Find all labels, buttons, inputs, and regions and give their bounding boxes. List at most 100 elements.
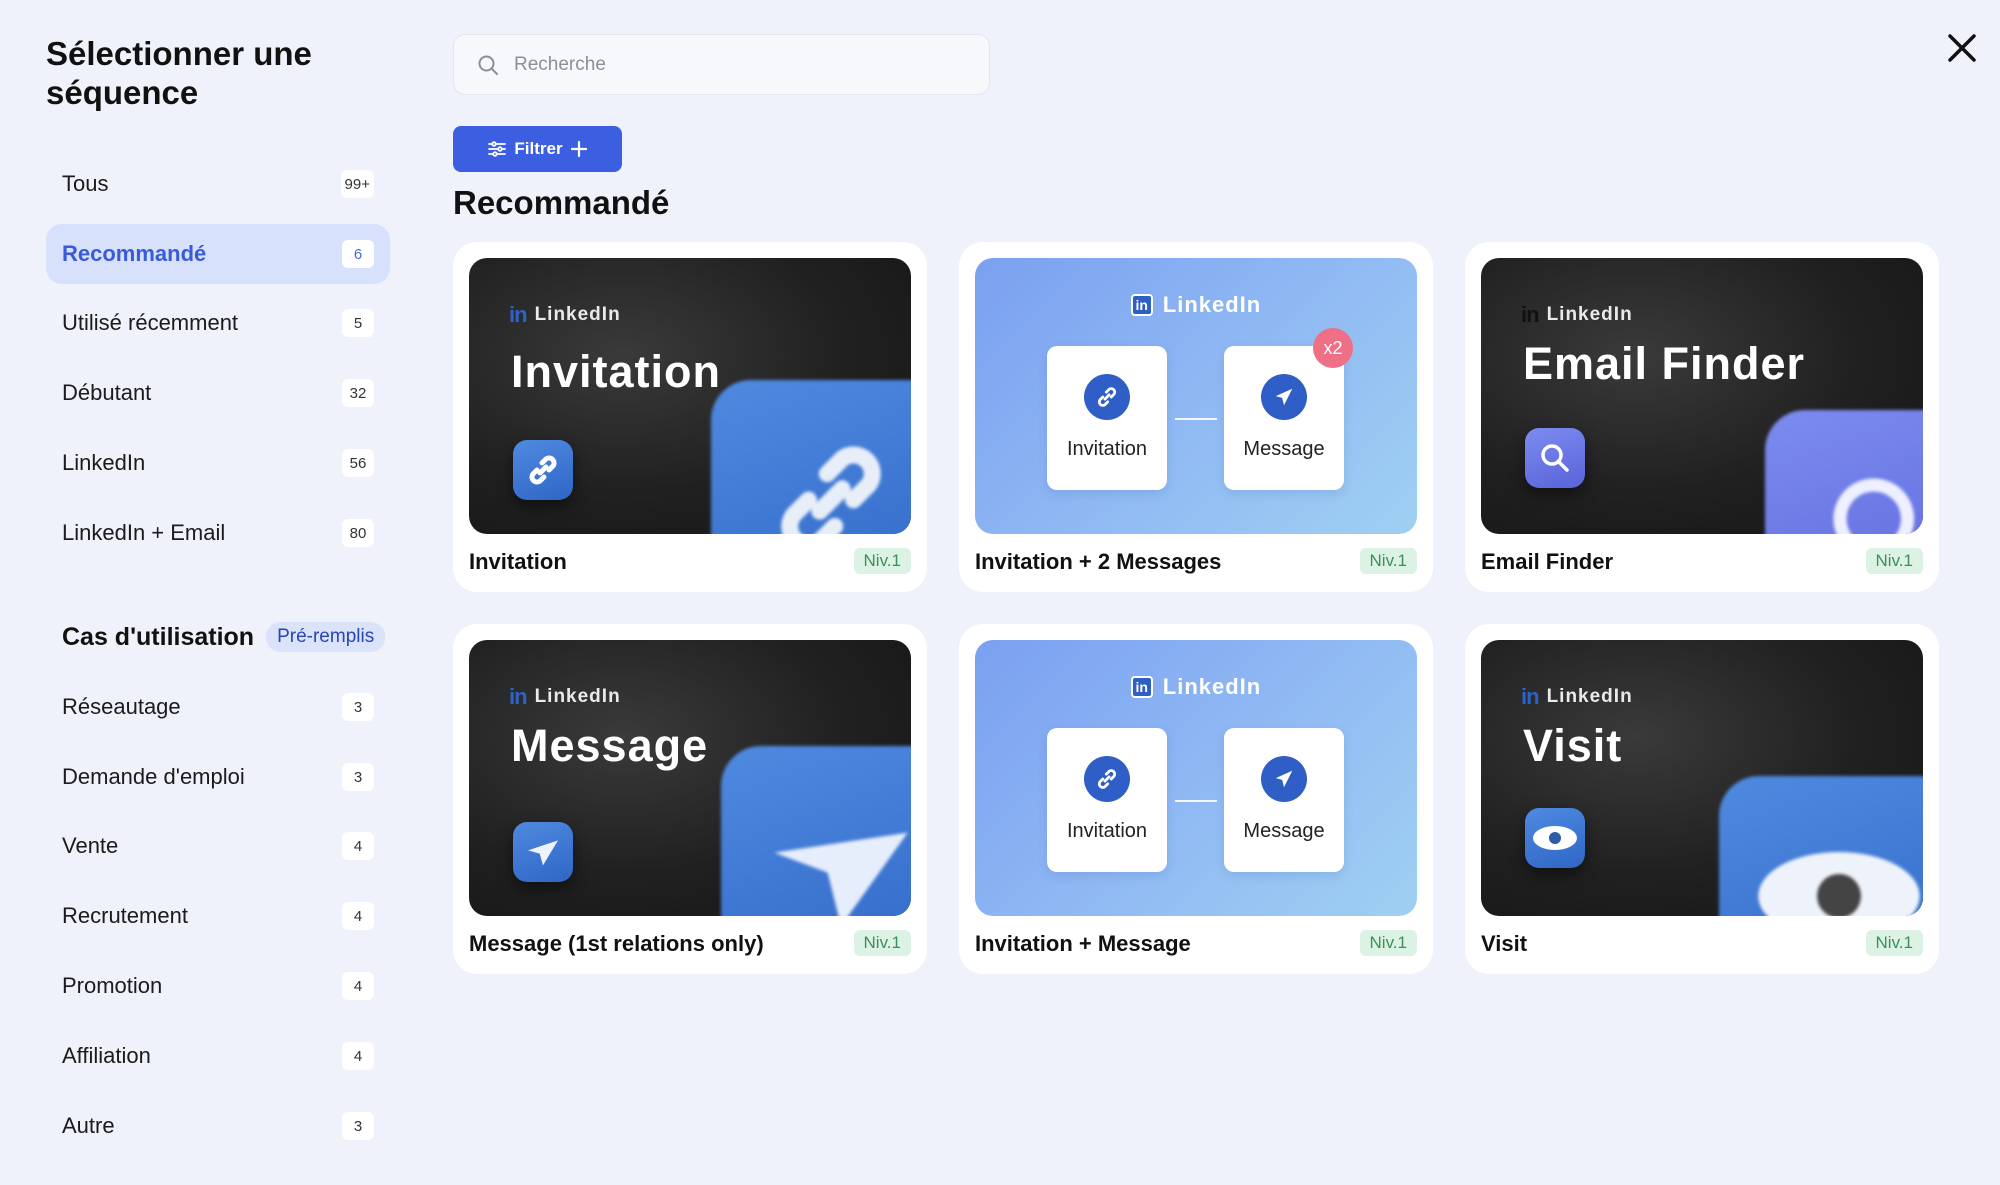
card-thumbnail: in LinkedIn Email Finder [1481,258,1923,534]
count-badge: 4 [342,832,374,860]
close-icon[interactable] [1942,28,1982,68]
level-badge: Niv.1 [1865,548,1923,574]
linkedin-logo: in LinkedIn [509,684,621,710]
linkedin-icon: in [1521,302,1540,327]
sidebar-item-demande-emploi[interactable]: Demande d'emploi 3 [46,747,390,807]
linkedin-logo: in LinkedIn [975,292,1417,318]
sidebar-item-promotion[interactable]: Promotion 4 [46,956,390,1016]
count-badge: 3 [342,1112,374,1140]
sidebar-item-label: Recommandé [62,241,207,266]
card-title: Message (1st relations only) [469,931,764,956]
sidebar-item-reseautage[interactable]: Réseautage 3 [46,677,390,737]
link-icon-large [711,380,911,534]
flow-step-label: Invitation [1066,438,1148,460]
sidebar-item-label: Débutant [62,380,152,405]
level-badge: Niv.1 [1359,930,1417,956]
sidebar-item-label: Recrutement [62,903,188,928]
card-thumbnail: in LinkedIn Visit [1481,640,1923,916]
sidebar-item-label: LinkedIn + Email [62,520,226,545]
page-title: Sélectionner une séquence [46,35,312,111]
sidebar-item-recent[interactable]: Utilisé récemment 5 [46,293,390,353]
count-badge: 32 [342,379,374,407]
sidebar-item-affiliation[interactable]: Affiliation 4 [46,1026,390,1086]
sidebar-item-debutant[interactable]: Débutant 32 [46,363,390,423]
flow-connector [1175,418,1217,420]
count-badge: 3 [342,763,374,791]
sequence-card-message[interactable]: in LinkedIn Message Message (1st relatio… [453,624,927,974]
sidebar-item-recrutement[interactable]: Recrutement 4 [46,886,390,946]
sidebar-item-vente[interactable]: Vente 4 [46,816,390,876]
sequence-card-visit[interactable]: in LinkedIn Visit Visit Niv.1 [1465,624,1939,974]
flow-step-label: Message [1243,438,1325,460]
count-badge: 6 [342,240,374,268]
sidebar-item-autre[interactable]: Autre 3 [46,1096,390,1156]
sidebar-item-label: LinkedIn [62,450,146,475]
card-title: Invitation + Message [975,931,1191,956]
link-icon [1084,756,1130,802]
sidebar-item-label: Autre [62,1113,115,1138]
sidebar-item-label: Affiliation [62,1043,151,1068]
filter-label: Filtrer [514,139,563,158]
card-title: Email Finder [1481,549,1614,574]
sequence-card-invitation-2-messages[interactable]: in LinkedIn Invitation Message x2 Invita… [959,242,1433,592]
brand-label: LinkedIn [1546,304,1633,325]
flow-step-label: Message [1243,820,1325,842]
sequence-card-email-finder[interactable]: in LinkedIn Email Finder Email Finder Ni… [1465,242,1939,592]
link-icon [1084,374,1130,420]
card-title: Invitation + 2 Messages [975,549,1222,574]
brand-label: LinkedIn [534,686,621,707]
flow-step-message: Message [1224,728,1344,872]
card-thumbnail: in LinkedIn Message [469,640,911,916]
filter-button[interactable]: Filtrer [453,126,622,172]
count-badge: 80 [342,519,374,547]
count-badge: 4 [342,902,374,930]
count-badge: 5 [342,309,374,337]
multiplier-badge: x2 [1313,328,1353,368]
count-badge: 4 [342,972,374,1000]
count-badge: 3 [342,693,374,721]
count-badge: 4 [342,1042,374,1070]
sidebar: Sélectionner une séquence Tous 99+ Recom… [0,0,400,1185]
card-title: Visit [1481,931,1528,956]
sidebar-item-linkedin-email[interactable]: LinkedIn + Email 80 [46,503,390,563]
brand-label: LinkedIn [1162,674,1262,699]
section-title: Recommandé [453,184,670,221]
brand-label: LinkedIn [1162,292,1262,317]
sidebar-item-linkedin[interactable]: LinkedIn 56 [46,433,390,493]
linkedin-logo: in LinkedIn [1521,684,1633,710]
sidebar-item-label: Demande d'emploi [62,764,245,789]
usecase-heading: Cas d'utilisation Pré-remplis [62,622,386,652]
sidebar-item-label: Tous [62,171,109,196]
level-badge: Niv.1 [853,548,911,574]
plus-icon [570,141,587,157]
thumbnail-title: Visit [1523,720,1623,771]
sidebar-item-tous[interactable]: Tous 99+ [46,154,390,214]
send-icon [513,822,573,882]
prefilled-badge: Pré-remplis [266,622,386,652]
card-title: Invitation [469,549,567,574]
linkedin-icon: in [1521,684,1540,709]
card-thumbnail: in LinkedIn Invitation Message x2 [975,258,1417,534]
search-input[interactable] [514,53,964,76]
search-bar[interactable] [453,34,990,95]
sidebar-item-recommande[interactable]: Recommandé 6 [46,224,390,284]
thumbnail-title: Invitation [511,346,721,397]
sequence-card-invitation-message[interactable]: in LinkedIn Invitation Message Invitatio… [959,624,1433,974]
sequence-card-invitation[interactable]: in LinkedIn Invitation Invitation Niv.1 [453,242,927,592]
sidebar-item-label: Vente [62,833,119,858]
count-badge: 56 [342,449,374,477]
level-badge: Niv.1 [1865,930,1923,956]
linkedin-icon: in [1130,294,1153,316]
brand-label: LinkedIn [534,304,621,325]
eye-icon [1525,808,1585,868]
flow-step-invitation: Invitation [1047,346,1167,490]
link-icon [513,440,573,500]
usecase-title: Cas d'utilisation [62,622,255,651]
linkedin-logo: in LinkedIn [509,302,621,328]
magnifier-icon-large [1765,410,1923,534]
level-badge: Niv.1 [853,930,911,956]
search-icon [478,55,498,75]
linkedin-icon: in [509,684,528,709]
send-icon [1261,756,1307,802]
flow-step-invitation: Invitation [1047,728,1167,872]
